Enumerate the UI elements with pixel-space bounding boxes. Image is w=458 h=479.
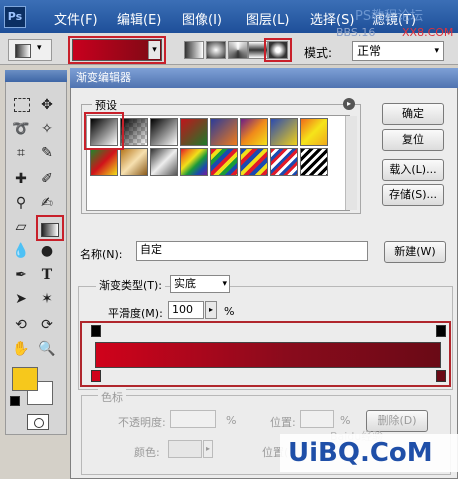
watermark-uibq: UiBQ.CoM [288,438,433,468]
highlight-selected-preset [84,112,124,150]
highlight-gradient-tool [36,215,64,241]
preset-thumb[interactable] [150,118,178,146]
dropdown-arrow-icon: ▾ [37,43,42,53]
gradient-type-label: 渐变类型(T): [96,277,166,293]
history-brush-icon[interactable]: ✍ [36,192,58,214]
clone-stamp-icon[interactable]: ⚲ [10,192,32,214]
eyedropper-icon[interactable]: ✎ [36,142,58,164]
menu-layer[interactable]: 图层(L) [246,9,289,28]
opacity-stop-left[interactable] [91,325,101,337]
zoom-tool-icon[interactable]: 🔍 [36,338,58,360]
eraser-tool-icon[interactable]: ▱ [10,216,32,238]
color-label: 颜色: [134,446,160,459]
opacity-stop-right[interactable] [436,325,446,337]
path-selection-icon[interactable]: ➤ [10,288,32,310]
quick-mask-icon[interactable] [27,414,49,430]
3d-orbit-icon[interactable]: ⟳ [36,314,58,336]
preset-thumb[interactable] [300,148,328,176]
chevron-down-icon: ▾ [434,46,439,56]
type-tool-icon[interactable]: T [36,264,58,286]
opacity-label: 不透明度: [118,416,166,429]
gradient-type-value: 实底 [174,277,196,290]
watermark-domain: XX8.COM [402,26,454,39]
location-field[interactable] [300,410,334,428]
new-button[interactable]: 新建(W) [384,241,446,263]
opacity-unit: % [226,414,237,427]
custom-shape-icon[interactable]: ✶ [36,288,58,310]
default-colors-icon[interactable] [10,396,20,406]
preset-thumb[interactable] [180,118,208,146]
chevron-right-icon[interactable]: ▸ [205,301,217,319]
highlight-gradient-swatch [68,36,166,64]
name-label: 名称(N): [80,248,123,261]
preset-thumb[interactable] [150,148,178,176]
presets-menu-icon[interactable]: ▸ [343,98,355,110]
photoshop-logo: Ps [4,6,26,28]
ok-button[interactable]: 确定 [382,103,444,125]
mode-select[interactable]: 正常 ▾ [352,41,444,61]
dodge-tool-icon[interactable]: ● [36,240,58,262]
color-stop-right[interactable] [436,370,446,382]
opacity-field[interactable] [170,410,216,428]
preset-thumb[interactable] [240,118,268,146]
angle-gradient-button[interactable] [228,41,248,59]
gradient-type-select[interactable]: 实底 ▾ [170,275,230,293]
pen-tool-icon[interactable]: ✒ [10,264,32,286]
preset-thumb[interactable] [180,148,208,176]
move-tool-icon[interactable]: ✥ [36,94,58,116]
radial-gradient-button[interactable] [206,41,226,59]
save-button[interactable]: 存储(S)... [382,184,444,206]
menu-image[interactable]: 图像(I) [182,9,222,28]
blur-tool-icon[interactable]: 💧 [10,240,32,262]
lasso-tool-icon[interactable]: ➰ [10,118,32,140]
magic-wand-icon[interactable]: ✧ [36,118,58,140]
preset-thumb[interactable] [270,148,298,176]
preset-thumb[interactable] [210,148,238,176]
dialog-title: 渐变编辑器 [70,68,458,88]
menu-file[interactable]: 文件(F) [54,9,98,28]
preset-thumb[interactable] [300,118,328,146]
linear-gradient-button[interactable] [184,41,204,59]
mode-value: 正常 [357,44,382,58]
preset-thumb[interactable] [240,148,268,176]
presets-scrollbar[interactable] [345,116,357,210]
crop-tool-icon[interactable]: ⌗ [10,142,32,164]
highlight-diamond-button [264,38,292,62]
gradient-tool-icon [15,44,31,58]
foreground-color-swatch[interactable] [12,367,38,391]
gradient-preview-bar[interactable] [95,342,441,368]
preset-thumb[interactable] [270,118,298,146]
location-unit: % [340,414,351,427]
marquee-tool-icon[interactable] [10,94,32,116]
presets-legend: 预设 [92,97,120,113]
load-button[interactable]: 载入(L)... [382,159,444,181]
stop-color-swatch[interactable] [168,440,202,458]
preset-thumb[interactable] [120,148,148,176]
name-field[interactable]: 自定 [136,241,368,261]
chevron-right-icon[interactable]: ▸ [203,440,213,458]
hand-tool-icon[interactable]: ✋ [10,338,32,360]
stops-legend: 色标 [98,389,126,405]
tool-preset-picker[interactable]: ▾ [8,39,52,61]
3d-rotate-icon[interactable]: ⟲ [10,314,32,336]
reset-button[interactable]: 复位 [382,129,444,151]
menu-edit[interactable]: 编辑(E) [117,9,161,28]
location-label: 位置: [270,416,296,429]
watermark-top: PS教程论坛 [355,9,424,24]
smoothness-unit: % [224,305,235,318]
chevron-down-icon: ▾ [222,279,227,289]
preset-thumb[interactable] [120,118,148,146]
brush-tool-icon[interactable]: ✐ [36,168,58,190]
smoothness-label: 平滑度(M): [108,307,163,320]
preset-thumb[interactable] [90,148,118,176]
mode-label: 模式: [304,46,333,60]
toolbox-header [5,70,67,82]
preset-thumb[interactable] [210,118,238,146]
color-stop-left[interactable] [91,370,101,382]
watermark-bbs: BBS.16 [336,26,376,39]
smoothness-field[interactable]: 100 [168,301,204,319]
healing-brush-icon[interactable]: ✚ [10,168,32,190]
